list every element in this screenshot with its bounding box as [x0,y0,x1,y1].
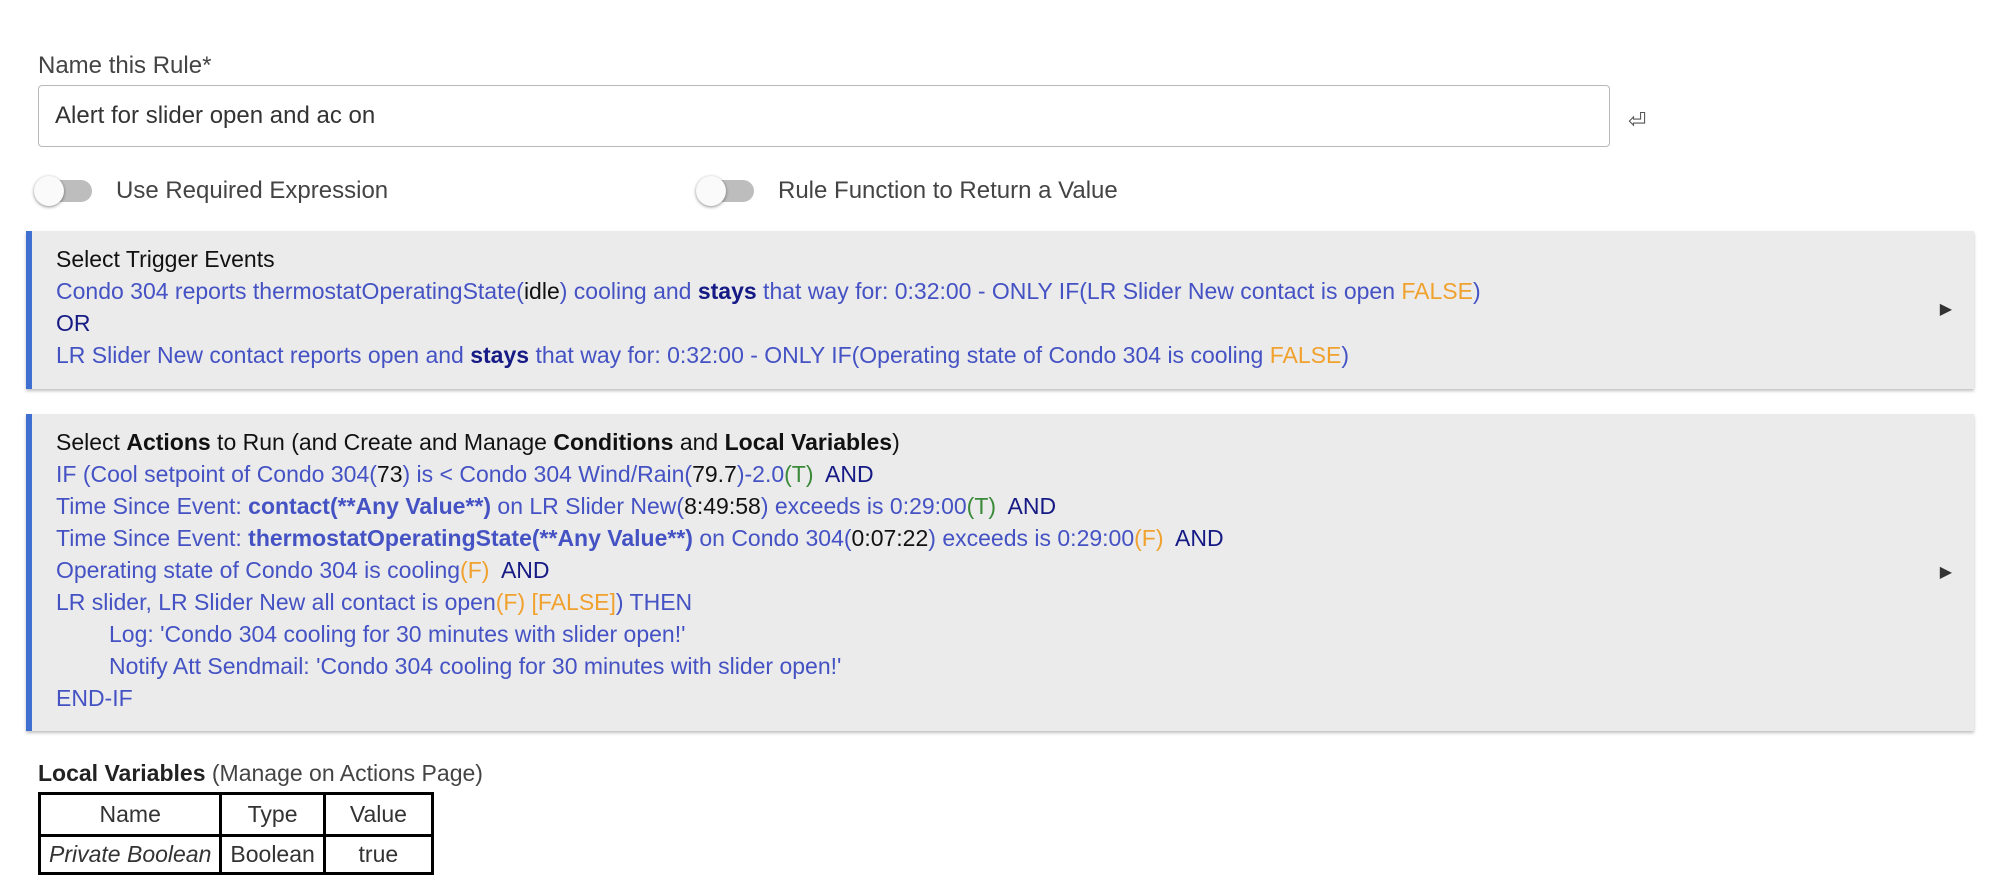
actions-panel[interactable]: Select Actions to Run (and Create and Ma… [26,414,1974,731]
toggle-knob [696,176,726,206]
trigger-panel-title: Select Trigger Events [56,246,275,272]
column-header: Type [219,792,326,837]
actions-panel-title: Select Actions to Run (and Create and Ma… [56,429,900,455]
triangle-right-icon[interactable]: ▶ [1940,294,1952,326]
column-header: Value [322,792,434,837]
table-row: Private Boolean Boolean true [37,834,434,875]
toggle-knob [34,176,64,206]
table-cell: Boolean [219,834,326,875]
trigger-or: OR [56,310,91,336]
triangle-right-icon[interactable]: ▶ [1940,557,1952,589]
table-cell: Private Boolean [37,834,223,875]
action-line-notify: Notify Att Sendmail: 'Condo 304 cooling … [109,653,842,679]
trigger-line-1: Condo 304 reports thermostatOperatingSta… [56,278,1481,304]
rule-name-label: Name this Rule* [38,52,212,79]
action-line-thermostat: Time Since Event: thermostatOperatingSta… [56,525,1224,551]
action-line-contact: Time Since Event: contact(**Any Value**)… [56,493,1057,519]
column-header: Name [37,792,223,837]
action-line-if: IF (Cool setpoint of Condo 304(73) is < … [56,461,874,487]
toggle-label: Rule Function to Return a Value [778,177,1118,204]
enter-return-icon[interactable]: ⏎ [1628,110,1646,132]
toggle-switch[interactable] [696,176,754,206]
action-line-end-if: END-IF [56,685,133,711]
toggle-use-required-expression[interactable]: Use Required Expression [34,175,389,207]
trigger-events-panel[interactable]: Select Trigger Events Condo 304 reports … [26,231,1974,389]
action-line-slider: LR slider, LR Slider New all contact is … [56,589,693,615]
toggle-switch[interactable] [34,176,92,206]
toggle-label: Use Required Expression [116,177,389,204]
local-variables-heading: Local Variables (Manage on Actions Page) [38,760,483,786]
rule-name-input[interactable] [38,85,1610,147]
action-line-operating-state: Operating state of Condo 304 is cooling(… [56,557,550,583]
toggle-rule-function-return-value[interactable]: Rule Function to Return a Value [696,175,1118,207]
action-line-log: Log: 'Condo 304 cooling for 30 minutes w… [109,621,686,647]
table-cell: true [322,834,434,875]
trigger-line-2: LR Slider New contact reports open and s… [56,342,1350,368]
local-variables-table: Name Type Value Private Boolean Boolean … [37,792,434,875]
table-header-row: Name Type Value [37,792,434,837]
